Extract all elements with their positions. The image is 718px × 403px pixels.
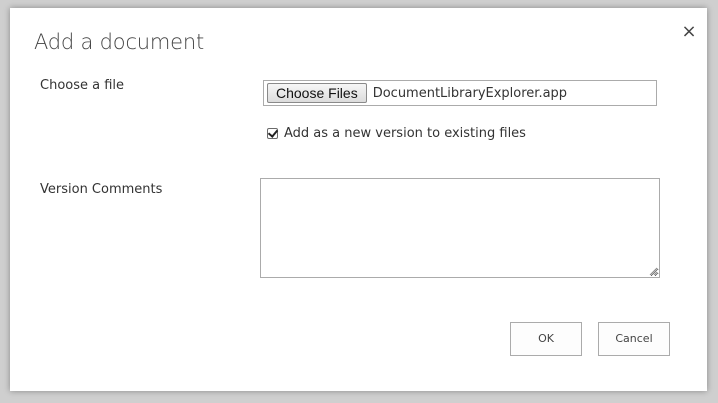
ok-button[interactable]: OK [510,322,582,356]
dialog-title: Add a document [34,30,205,54]
version-comments-input[interactable] [260,178,660,278]
add-version-option[interactable]: Add as a new version to existing files [267,126,526,141]
file-input[interactable]: Choose Files DocumentLibraryExplorer.app [263,80,657,106]
add-version-label: Add as a new version to existing files [284,126,526,141]
cancel-button[interactable]: Cancel [598,322,670,356]
choose-files-button[interactable]: Choose Files [267,83,367,103]
add-version-checkbox[interactable] [267,128,278,139]
selected-file-name: DocumentLibraryExplorer.app [372,85,568,101]
close-icon[interactable]: × [679,22,699,42]
add-document-dialog: Add a document × Choose a file Choose Fi… [10,8,707,391]
choose-file-label: Choose a file [40,78,125,93]
version-comments-label: Version Comments [40,182,163,197]
